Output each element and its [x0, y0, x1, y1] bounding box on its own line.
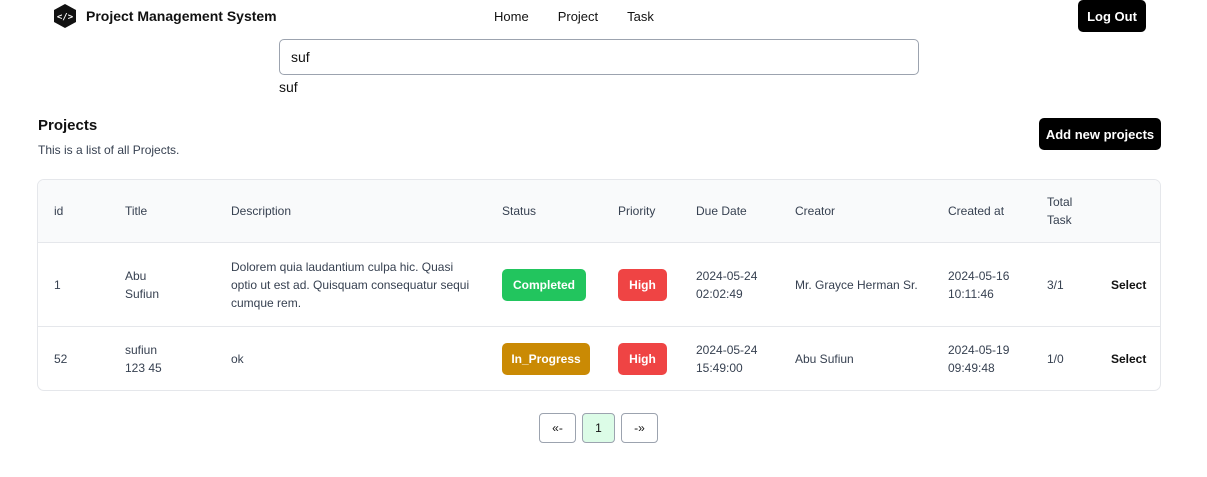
nav-links: Home Project Task [494, 9, 683, 24]
priority-badge: High [618, 343, 667, 375]
cell-priority: High [618, 243, 667, 326]
table-header: id Title Description Status Priority Due… [38, 180, 1160, 243]
cell-id: 1 [54, 277, 61, 292]
add-new-projects-button[interactable]: Add new projects [1039, 118, 1161, 150]
select-link[interactable]: Select [1111, 327, 1146, 390]
prev-page-button[interactable]: «- [539, 413, 576, 443]
page-title: Projects [38, 117, 98, 134]
priority-badge: High [618, 268, 667, 301]
page-subtitle: This is a list of all Projects. [38, 143, 180, 157]
header-total-task: Total Task [1047, 195, 1073, 227]
cell-created-at: 2024-05-16 10:11:46 [948, 268, 1010, 301]
nav-task-link[interactable]: Task [627, 9, 654, 24]
pagination: «- 1 -» [539, 413, 664, 443]
select-link[interactable]: Select [1111, 243, 1146, 326]
brand[interactable]: </> Project Management System [53, 3, 277, 29]
header-id: id [54, 204, 64, 218]
projects-table: id Title Description Status Priority Due… [37, 179, 1161, 391]
header-creator: Creator [795, 204, 836, 218]
status-badge: Completed [502, 268, 586, 301]
cell-due-date: 2024-05-24 15:49:00 [696, 343, 758, 375]
cell-status: In_Progress [502, 327, 590, 390]
cell-description: ok [231, 352, 244, 366]
cell-creator: Mr. Grayce Herman Sr. [795, 277, 918, 292]
brand-name: Project Management System [86, 8, 277, 24]
svg-text:</>: </> [57, 13, 74, 23]
header-description: Description [231, 204, 292, 218]
header-created-at: Created at [948, 204, 1005, 218]
search-input[interactable] [279, 39, 919, 75]
cell-id: 52 [54, 352, 68, 366]
cell-status: Completed [502, 243, 586, 326]
cell-title: sufiun 123 45 [125, 343, 162, 375]
cell-due-date: 2024-05-24 02:02:49 [696, 268, 758, 301]
logout-button[interactable]: Log Out [1078, 0, 1146, 32]
table-row: 1 Abu Sufiun Dolorem quia laudantium cul… [38, 243, 1160, 327]
page-1-button[interactable]: 1 [582, 413, 615, 443]
cell-title: Abu Sufiun [125, 268, 160, 301]
cell-total-task: 3/1 [1047, 277, 1064, 292]
header-priority: Priority [618, 204, 656, 218]
nav-project-link[interactable]: Project [558, 9, 598, 24]
cell-creator: Abu Sufiun [795, 352, 854, 366]
code-logo-icon: </> [54, 4, 76, 28]
cell-description: Dolorem quia laudantium culpa hic. Quasi… [231, 259, 470, 310]
cell-created-at: 2024-05-19 09:49:48 [948, 343, 1010, 375]
cell-priority: High [618, 327, 667, 390]
header-title: Title [125, 204, 148, 218]
next-page-button[interactable]: -» [621, 413, 658, 443]
header-status: Status [502, 204, 537, 218]
header-due-date: Due Date [696, 204, 747, 218]
table-row: 52 sufiun 123 45 ok In_Progress High 202… [38, 327, 1160, 390]
search-echo-text: suf [279, 79, 298, 95]
cell-total-task: 1/0 [1047, 352, 1064, 366]
navbar: </> Project Management System Home Proje… [0, 0, 1207, 34]
nav-home-link[interactable]: Home [494, 9, 529, 24]
status-badge: In_Progress [502, 343, 590, 375]
